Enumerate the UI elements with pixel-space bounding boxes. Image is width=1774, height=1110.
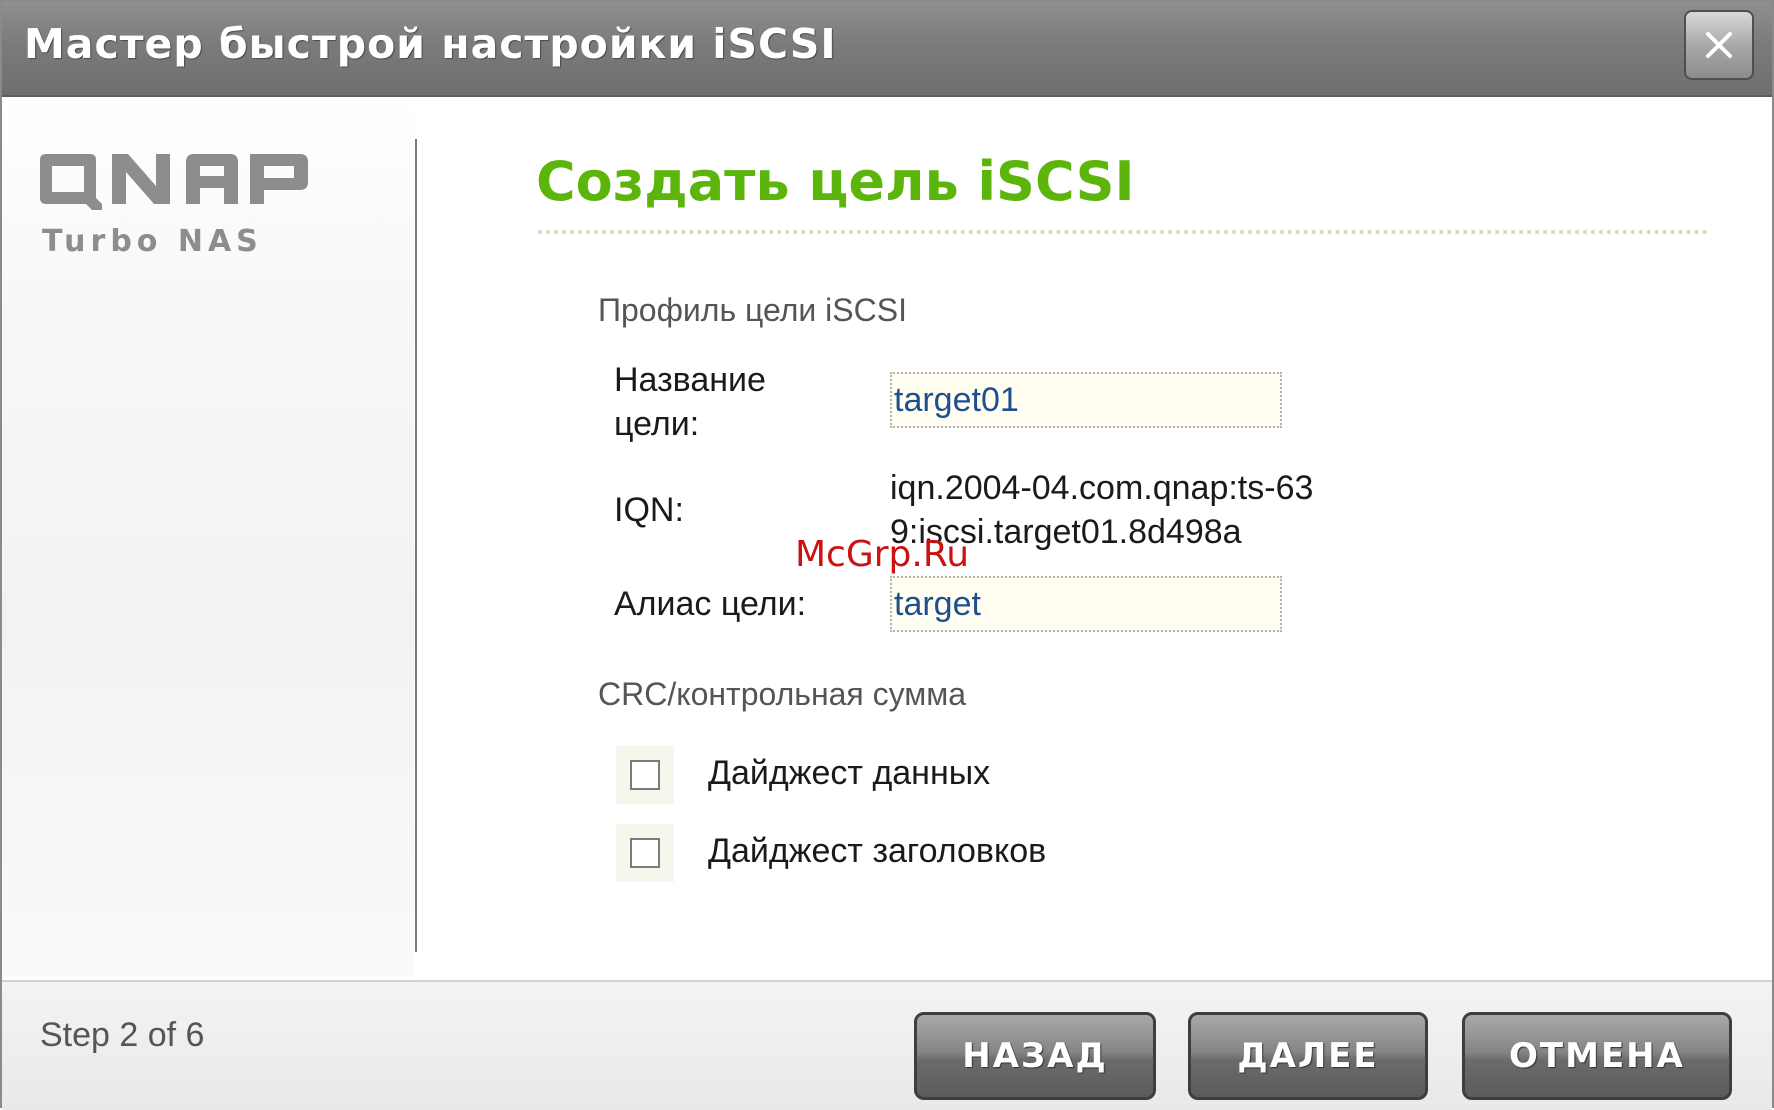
close-button[interactable] xyxy=(1684,10,1754,80)
next-button[interactable]: ДАЛЕЕ xyxy=(1188,1012,1428,1100)
watermark: McGrp.Ru xyxy=(795,534,970,575)
step-indicator: Step 2 of 6 xyxy=(40,1016,205,1054)
data-digest-checkbox-area xyxy=(616,746,674,804)
data-digest-label: Дайджест данных xyxy=(708,754,991,792)
header-digest-checkbox[interactable] xyxy=(630,838,660,868)
header-digest-checkbox-area xyxy=(616,824,674,882)
cancel-button[interactable]: ОТМЕНА xyxy=(1462,1012,1732,1100)
alias-input[interactable] xyxy=(890,576,1282,632)
title-separator xyxy=(538,230,1708,234)
target-name-label: Название цели: xyxy=(614,361,766,443)
page-title: Создать цель iSCSI xyxy=(536,150,1135,213)
wizard-footer: Step 2 of 6 НАЗАД ДАЛЕЕ ОТМЕНА xyxy=(2,980,1772,1110)
header-digest-label: Дайджест заголовков xyxy=(708,832,1047,870)
title-bar: Мастер быстрой настройки iSCSI xyxy=(2,2,1772,97)
target-name-input[interactable] xyxy=(890,372,1282,428)
window-title: Мастер быстрой настройки iSCSI xyxy=(24,20,837,68)
crc-section-label: CRC/контрольная сумма xyxy=(598,676,967,712)
wizard-window: Мастер быстрой настройки iSCSI Turbo NAS… xyxy=(0,0,1774,1110)
qnap-logo xyxy=(40,154,308,210)
panel-divider xyxy=(415,139,417,952)
profile-section-label: Профиль цели iSCSI xyxy=(598,292,907,328)
iqn-label: IQN: xyxy=(614,491,684,529)
data-digest-checkbox[interactable] xyxy=(630,760,660,790)
logo-subtitle: Turbo NAS xyxy=(42,224,263,259)
back-button[interactable]: НАЗАД xyxy=(914,1012,1156,1100)
close-icon xyxy=(1706,32,1732,58)
alias-label: Алиас цели: xyxy=(614,585,807,623)
